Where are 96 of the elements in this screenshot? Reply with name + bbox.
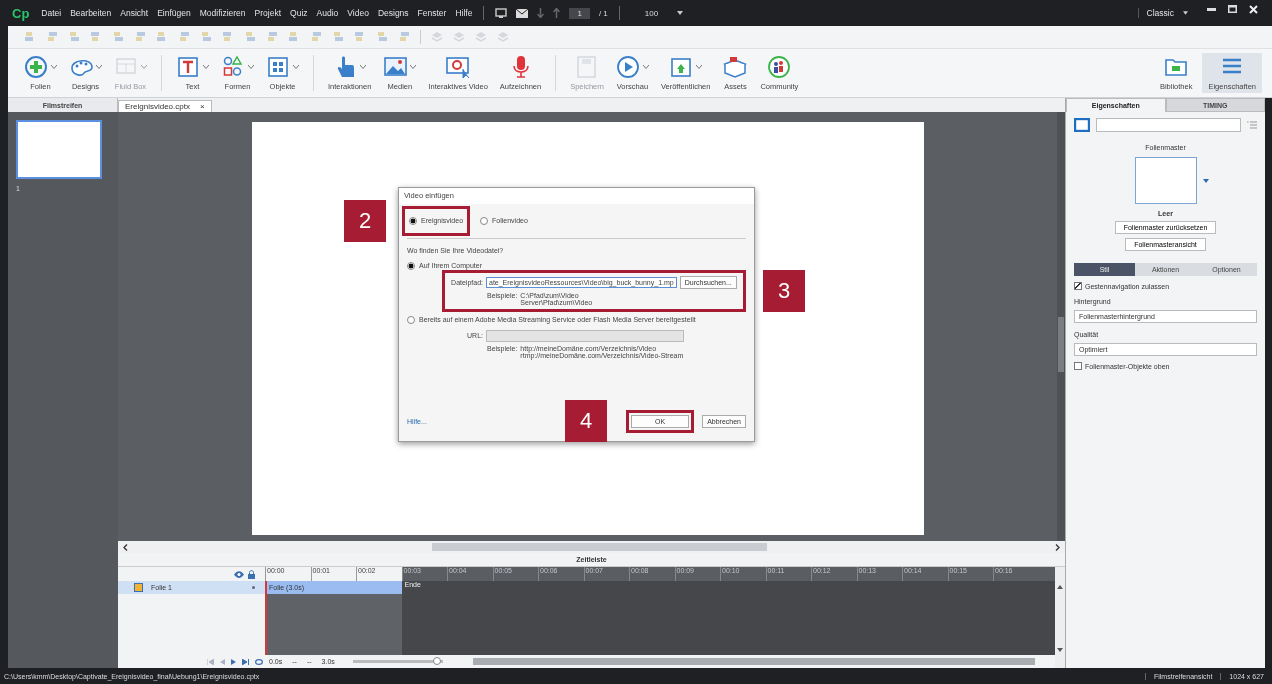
scroll-right-icon[interactable] — [1055, 543, 1060, 551]
caret-icon — [360, 65, 367, 69]
layer-icon[interactable] — [453, 31, 465, 43]
app-logo: Cp — [12, 5, 30, 21]
arrow-down-icon[interactable] — [537, 8, 545, 18]
align-icon[interactable] — [46, 31, 58, 43]
scroll-down-icon[interactable] — [1057, 648, 1063, 652]
url-field[interactable] — [486, 329, 684, 342]
menu-item[interactable]: Ansicht — [120, 8, 149, 18]
layer-icon[interactable] — [475, 31, 487, 43]
menu-item[interactable]: Projekt — [254, 8, 282, 18]
caret-icon[interactable] — [677, 11, 684, 15]
align-icon[interactable] — [222, 31, 234, 43]
align-icon[interactable] — [156, 31, 168, 43]
page-total: / 1 — [598, 8, 608, 18]
caret-icon — [248, 65, 254, 69]
caret-icon — [96, 65, 102, 69]
video-screen-icon — [445, 55, 472, 79]
caret-icon — [141, 65, 147, 69]
align-icon[interactable] — [134, 31, 146, 43]
align-icon[interactable] — [68, 31, 80, 43]
list-menu-icon[interactable] — [1247, 121, 1257, 129]
eye-icon[interactable] — [234, 570, 244, 578]
caret-icon — [203, 65, 209, 69]
caret-icon — [696, 65, 703, 69]
caret-icon[interactable] — [1202, 178, 1209, 183]
close-icon[interactable] — [1249, 4, 1258, 14]
layer-icon[interactable] — [431, 31, 443, 43]
align-icon[interactable] — [24, 31, 36, 43]
align-icon[interactable] — [332, 31, 344, 43]
align-icon[interactable] — [90, 31, 102, 43]
menu-item[interactable]: Bearbeiten — [70, 8, 112, 18]
caret-icon[interactable] — [1183, 11, 1188, 15]
step-number-badge: 4 — [565, 399, 608, 442]
image-icon — [383, 55, 410, 79]
menu-item[interactable]: Datei — [41, 8, 62, 18]
radio-indicator[interactable] — [407, 315, 415, 324]
minimize-icon[interactable] — [1207, 7, 1216, 11]
align-icon[interactable] — [288, 31, 300, 43]
caret-icon — [410, 65, 417, 69]
skip-start-icon[interactable] — [207, 658, 214, 665]
people-icon — [766, 55, 793, 79]
tab-close-button[interactable]: × — [199, 101, 205, 111]
menu-item[interactable]: Einfügen — [157, 8, 191, 18]
scrollbar[interactable] — [1057, 111, 1065, 542]
page-number-field[interactable]: 1 — [569, 7, 590, 19]
scrollbar-thumb[interactable] — [432, 543, 767, 552]
align-icon[interactable] — [310, 31, 322, 43]
menu-item[interactable]: Video — [347, 8, 369, 18]
align-icon[interactable] — [354, 31, 366, 43]
tab-title[interactable]: Ereignisvideo.cptx — [125, 101, 190, 111]
menu-item[interactable]: Quiz — [290, 8, 308, 18]
menu-item[interactable]: Modifizieren — [199, 8, 246, 18]
radio-indicator[interactable] — [407, 261, 415, 270]
box-icon — [722, 55, 749, 79]
scrollbar-thumb[interactable] — [472, 658, 1035, 665]
master-thumbnail[interactable] — [1134, 157, 1197, 204]
caret-icon — [51, 65, 57, 69]
align-icon[interactable] — [200, 31, 212, 43]
skip-end-icon[interactable] — [242, 658, 249, 665]
lock-icon[interactable] — [248, 569, 255, 579]
workspace-dropdown[interactable]: Classic — [1137, 8, 1174, 18]
step-number-badge: 3 — [763, 269, 805, 312]
menu-item[interactable]: Designs — [377, 8, 409, 18]
slide-layer-icon — [134, 583, 143, 593]
slide-thumbnail[interactable] — [16, 120, 102, 179]
align-icon[interactable] — [112, 31, 124, 43]
play-icon — [615, 55, 642, 79]
plus-circle-icon — [24, 55, 50, 79]
align-icon[interactable] — [266, 31, 278, 43]
caret-icon — [293, 65, 299, 69]
align-icon[interactable] — [178, 31, 190, 43]
align-icon[interactable] — [376, 31, 388, 43]
maximize-icon[interactable] — [1228, 5, 1237, 13]
align-icon[interactable] — [398, 31, 410, 43]
document-tab[interactable]: Ereignisvideo.cptx × — [118, 99, 212, 112]
caret-icon — [642, 65, 649, 69]
dot-icon — [252, 586, 255, 590]
slide-icon — [1074, 118, 1090, 132]
play-icon[interactable] — [231, 658, 236, 665]
scroll-left-icon[interactable] — [123, 543, 128, 551]
menu-item[interactable]: Hilfe — [455, 8, 473, 18]
menu-item[interactable]: Fenster — [417, 8, 447, 18]
zoom-dropdown[interactable]: 100 — [644, 8, 659, 18]
arrow-up-icon[interactable] — [553, 8, 561, 18]
monitor-icon[interactable] — [495, 8, 508, 18]
menu-item[interactable]: Audio — [316, 8, 339, 18]
scroll-up-icon[interactable] — [1057, 585, 1063, 590]
mail-icon[interactable] — [516, 8, 529, 18]
step-back-icon[interactable] — [220, 658, 225, 665]
layer-icon[interactable] — [497, 31, 509, 43]
step-number-badge: 2 — [344, 199, 386, 242]
zoom-slider[interactable] — [432, 657, 441, 665]
align-icon[interactable] — [244, 31, 256, 43]
loop-icon[interactable] — [255, 658, 263, 665]
name-field[interactable] — [1096, 118, 1241, 132]
